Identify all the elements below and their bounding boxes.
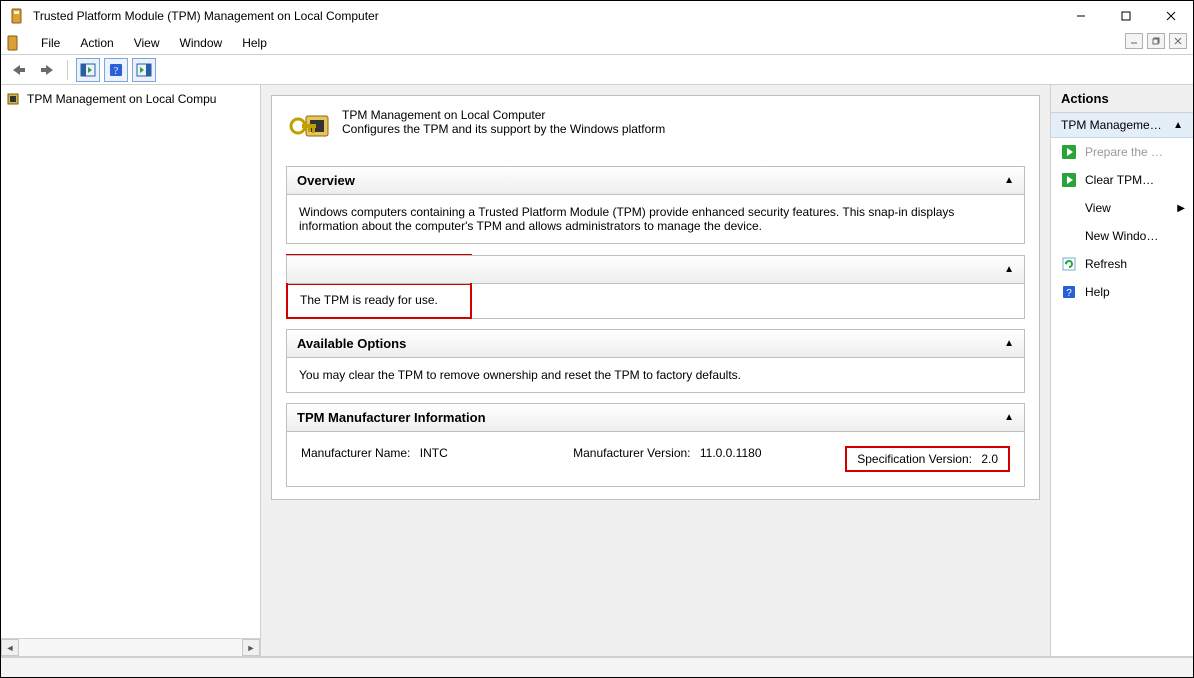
mfg-spec-cell: Specification Version: 2.0 bbox=[845, 446, 1010, 472]
overview-text: Windows computers containing a Trusted P… bbox=[286, 195, 1025, 244]
refresh-icon bbox=[1061, 256, 1077, 272]
collapse-icon: ▲ bbox=[1004, 264, 1014, 275]
console-header: TPM Management on Local Computer Configu… bbox=[286, 108, 1025, 152]
action-refresh[interactable]: Refresh bbox=[1051, 250, 1193, 278]
section-title: TPM Manufacturer Information bbox=[297, 410, 486, 425]
blank-icon bbox=[1061, 200, 1077, 216]
tree-node-label: TPM Management on Local Compu bbox=[27, 92, 216, 106]
section-title: Overview bbox=[297, 173, 355, 188]
tpm-chip-icon bbox=[5, 91, 21, 107]
mfg-info-body: Manufacturer Name: INTC Manufacturer Ver… bbox=[286, 432, 1025, 487]
section-header-overview[interactable]: Overview ▲ bbox=[286, 166, 1025, 195]
menu-window[interactable]: Window bbox=[170, 32, 233, 54]
tree-pane: TPM Management on Local Compu ◄ ► bbox=[1, 85, 261, 656]
action-view[interactable]: View ▶ bbox=[1051, 194, 1193, 222]
key-chip-icon bbox=[286, 108, 334, 152]
console-tree[interactable]: TPM Management on Local Compu bbox=[1, 85, 260, 638]
mdi-minimize-button[interactable] bbox=[1125, 33, 1143, 49]
console-subtitle: Configures the TPM and its support by th… bbox=[342, 122, 665, 136]
status-bar bbox=[1, 657, 1193, 677]
actions-pane-title: Actions bbox=[1051, 85, 1193, 113]
toolbar-separator bbox=[67, 60, 68, 80]
title-bar: Trusted Platform Module (TPM) Management… bbox=[1, 1, 1193, 31]
mfg-spec-value: 2.0 bbox=[981, 452, 998, 466]
action-help[interactable]: ? Help bbox=[1051, 278, 1193, 306]
scroll-left-button[interactable]: ◄ bbox=[1, 639, 19, 656]
forward-button[interactable] bbox=[35, 58, 59, 82]
close-button[interactable] bbox=[1148, 1, 1193, 31]
action-new-window[interactable]: New Windo… bbox=[1051, 222, 1193, 250]
options-text: You may clear the TPM to remove ownershi… bbox=[286, 358, 1025, 393]
menu-action[interactable]: Action bbox=[70, 32, 123, 54]
mfg-name-cell: Manufacturer Name: INTC bbox=[301, 446, 573, 472]
section-overview: Overview ▲ Windows computers containing … bbox=[286, 166, 1025, 244]
console-card: TPM Management on Local Computer Configu… bbox=[271, 95, 1040, 500]
menu-view[interactable]: View bbox=[124, 32, 170, 54]
horizontal-scrollbar[interactable]: ◄ ► bbox=[1, 638, 260, 656]
mmc-window: Trusted Platform Module (TPM) Management… bbox=[0, 0, 1194, 678]
collapse-icon: ▲ bbox=[1173, 120, 1183, 131]
show-hide-tree-button[interactable] bbox=[76, 58, 100, 82]
workspace: TPM Management on Local Compu ◄ ► bbox=[1, 85, 1193, 657]
action-label: New Windo… bbox=[1085, 229, 1158, 243]
mfg-version-label: Manufacturer Version: bbox=[573, 446, 690, 460]
show-hide-action-pane-button[interactable] bbox=[132, 58, 156, 82]
results-pane: TPM Management on Local Computer Configu… bbox=[261, 85, 1051, 656]
console-title: TPM Management on Local Computer bbox=[342, 108, 665, 122]
back-button[interactable] bbox=[7, 58, 31, 82]
app-icon bbox=[9, 8, 25, 24]
help-icon: ? bbox=[1061, 284, 1077, 300]
collapse-icon: ▲ bbox=[1004, 338, 1014, 349]
mdi-close-button[interactable] bbox=[1169, 33, 1187, 49]
arrow-right-icon bbox=[1061, 172, 1077, 188]
arrow-right-icon bbox=[1061, 144, 1077, 160]
tree-node-tpm-management[interactable]: TPM Management on Local Compu bbox=[5, 91, 256, 107]
section-title: Available Options bbox=[297, 336, 406, 351]
mdi-restore-button[interactable] bbox=[1147, 33, 1165, 49]
section-manufacturer: TPM Manufacturer Information ▲ Manufactu… bbox=[286, 403, 1025, 487]
scroll-track[interactable] bbox=[19, 639, 242, 656]
action-prepare-tpm: Prepare the … bbox=[1051, 138, 1193, 166]
mfg-version-cell: Manufacturer Version: 11.0.0.1180 bbox=[573, 446, 845, 472]
status-text: The TPM is ready for use. bbox=[300, 293, 438, 307]
action-label: View bbox=[1085, 201, 1111, 215]
section-header-mfg[interactable]: TPM Manufacturer Information ▲ bbox=[286, 403, 1025, 432]
console-icon bbox=[5, 35, 21, 51]
collapse-icon: ▲ bbox=[1004, 412, 1014, 423]
svg-text:?: ? bbox=[1066, 288, 1072, 299]
menu-help[interactable]: Help bbox=[232, 32, 277, 54]
section-options: Available Options ▲ You may clear the TP… bbox=[286, 329, 1025, 393]
section-status: Status x ▲ The TPM is ready for use. bbox=[286, 254, 1025, 319]
menu-bar: File Action View Window Help bbox=[1, 31, 1193, 55]
maximize-button[interactable] bbox=[1103, 1, 1148, 31]
status-text-box: The TPM is ready for use. bbox=[286, 283, 472, 319]
actions-group-label: TPM Manageme… bbox=[1061, 118, 1162, 132]
scroll-right-button[interactable]: ► bbox=[242, 639, 260, 656]
toolbar: ? bbox=[1, 55, 1193, 85]
actions-group-header[interactable]: TPM Manageme… ▲ bbox=[1051, 113, 1193, 138]
mfg-name-value: INTC bbox=[420, 446, 448, 460]
svg-text:?: ? bbox=[114, 66, 119, 77]
mfg-version-value: 11.0.0.1180 bbox=[700, 446, 762, 460]
submenu-arrow-icon: ▶ bbox=[1177, 203, 1185, 214]
actions-pane: Actions TPM Manageme… ▲ Prepare the … Cl… bbox=[1051, 85, 1193, 656]
collapse-icon: ▲ bbox=[1004, 175, 1014, 186]
action-label: Clear TPM… bbox=[1085, 173, 1154, 187]
section-header-status-bg: x ▲ bbox=[286, 255, 1025, 284]
action-label: Refresh bbox=[1085, 257, 1127, 271]
action-label: Help bbox=[1085, 285, 1110, 299]
section-header-options[interactable]: Available Options ▲ bbox=[286, 329, 1025, 358]
mfg-name-label: Manufacturer Name: bbox=[301, 446, 410, 460]
blank-icon bbox=[1061, 228, 1077, 244]
mdi-window-controls bbox=[1125, 33, 1187, 49]
mfg-spec-label: Specification Version: bbox=[857, 452, 972, 466]
action-label: Prepare the … bbox=[1085, 145, 1163, 159]
menu-file[interactable]: File bbox=[31, 32, 70, 54]
action-clear-tpm[interactable]: Clear TPM… bbox=[1051, 166, 1193, 194]
window-title: Trusted Platform Module (TPM) Management… bbox=[33, 9, 1058, 23]
help-button[interactable]: ? bbox=[104, 58, 128, 82]
minimize-button[interactable] bbox=[1058, 1, 1103, 31]
